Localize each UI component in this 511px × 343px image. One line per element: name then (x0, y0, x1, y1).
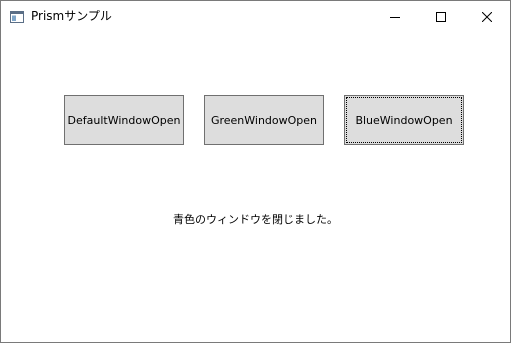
status-message: 青色のウィンドウを閉じました。 (173, 213, 338, 226)
blue-window-open-button[interactable]: BlueWindowOpen (344, 95, 464, 145)
close-icon (482, 11, 492, 22)
maximize-button[interactable] (418, 1, 464, 32)
maximize-icon (436, 11, 446, 22)
window-title: Prismサンプル (31, 9, 112, 23)
close-button[interactable] (464, 1, 510, 32)
minimize-icon (390, 16, 400, 18)
app-window-icon (10, 9, 24, 23)
minimize-button[interactable] (372, 1, 418, 32)
main-window: Prismサンプル DefaultWindowOpen GreenWindowO… (0, 0, 511, 343)
title-bar[interactable]: Prismサンプル (1, 1, 510, 32)
default-window-open-button[interactable]: DefaultWindowOpen (64, 95, 184, 145)
green-window-open-button[interactable]: GreenWindowOpen (204, 95, 324, 145)
client-area: DefaultWindowOpen GreenWindowOpen BlueWi… (1, 32, 510, 342)
